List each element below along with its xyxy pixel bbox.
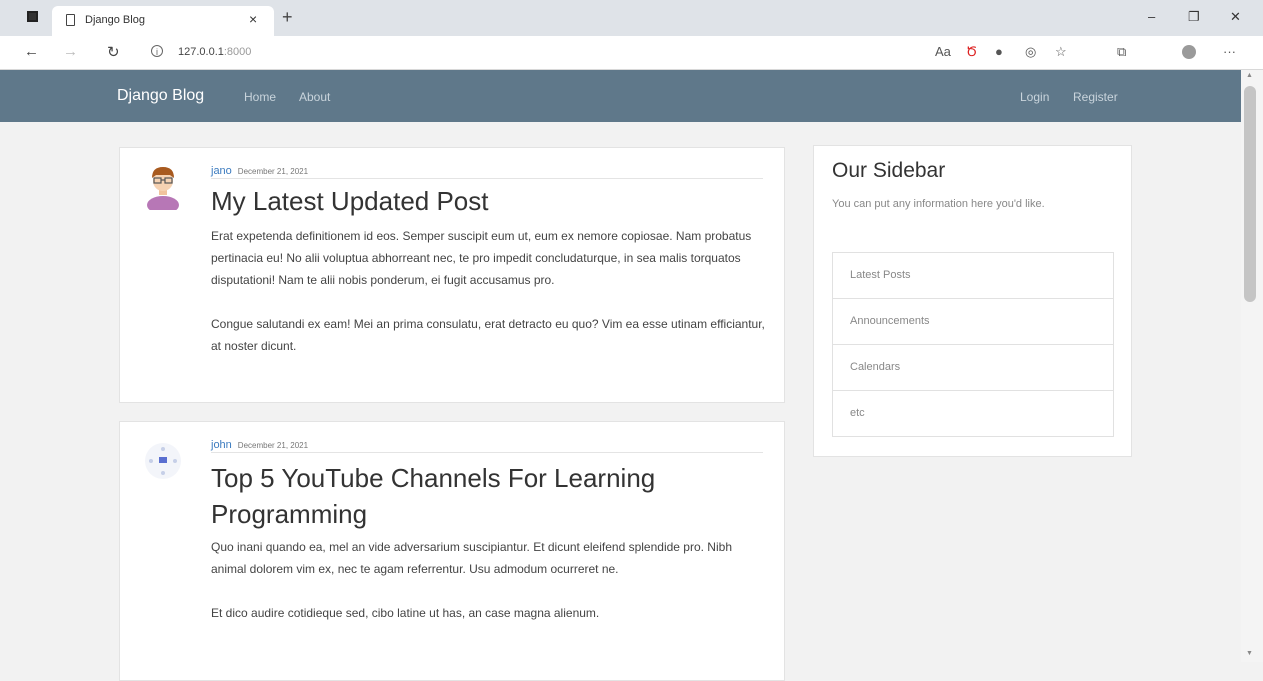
sidebar-description: You can put any information here you'd l… bbox=[832, 198, 1045, 210]
sidebar-item-etc[interactable]: etc bbox=[833, 391, 1113, 436]
scroll-up-icon[interactable]: ▲ bbox=[1246, 72, 1253, 79]
browser-tab[interactable]: Django Blog × bbox=[52, 6, 274, 36]
sidebar-item-announcements[interactable]: Announcements bbox=[833, 299, 1113, 345]
url-field[interactable]: 127.0.0.1:8000 bbox=[178, 46, 251, 58]
sidebar: Our Sidebar You can put any information … bbox=[813, 145, 1132, 457]
post-meta: john December 21, 2021 bbox=[211, 435, 763, 453]
url-host: 127.0.0.1 bbox=[178, 46, 224, 58]
extension-icon-2[interactable]: ◎ bbox=[1025, 44, 1036, 60]
nav-about[interactable]: About bbox=[299, 90, 330, 104]
page-icon bbox=[66, 14, 75, 26]
nav-login[interactable]: Login bbox=[1020, 90, 1049, 104]
address-bar: ← → ↻ i 127.0.0.1:8000 Aа Ծ ● ◎ ☆ ⧉ ··· bbox=[0, 36, 1263, 70]
forward-icon[interactable]: → bbox=[63, 43, 78, 60]
url-port: :8000 bbox=[223, 46, 252, 58]
sidebar-item-latest-posts[interactable]: Latest Posts bbox=[833, 253, 1113, 299]
favorites-icon[interactable]: ☆ bbox=[1055, 44, 1067, 60]
tab-actions-icon[interactable] bbox=[27, 11, 38, 22]
site-info-icon[interactable]: i bbox=[151, 45, 163, 57]
reload-icon[interactable]: ↻ bbox=[107, 43, 120, 61]
minimize-icon[interactable]: – bbox=[1148, 9, 1155, 24]
site-navbar: Django Blog Home About Login Register bbox=[0, 70, 1241, 122]
tab-close-icon[interactable]: × bbox=[249, 11, 257, 27]
sidebar-title: Our Sidebar bbox=[832, 159, 946, 182]
author-avatar[interactable] bbox=[140, 164, 186, 210]
scroll-down-icon[interactable]: ▼ bbox=[1246, 650, 1253, 657]
restore-icon[interactable]: ❐ bbox=[1188, 9, 1200, 25]
brand-logo[interactable]: Django Blog bbox=[117, 87, 204, 105]
back-icon[interactable]: ← bbox=[24, 43, 39, 60]
post-date: December 21, 2021 bbox=[237, 441, 309, 450]
sidebar-list: Latest Posts Announcements Calendars etc bbox=[832, 252, 1114, 437]
post-meta: jano December 21, 2021 bbox=[211, 161, 763, 179]
post-author-link[interactable]: jano bbox=[211, 165, 232, 177]
post-paragraph: Quo inani quando ea, mel an vide adversa… bbox=[211, 540, 732, 576]
scrollbar-thumb[interactable] bbox=[1244, 86, 1256, 302]
post-title[interactable]: My Latest Updated Post bbox=[211, 183, 751, 219]
post-title[interactable]: Top 5 YouTube Channels For Learning Prog… bbox=[211, 460, 751, 532]
extension-red-icon[interactable]: Ծ bbox=[966, 44, 977, 60]
nav-home[interactable]: Home bbox=[244, 90, 276, 104]
sidebar-item-calendars[interactable]: Calendars bbox=[833, 345, 1113, 391]
collections-icon[interactable]: ⧉ bbox=[1117, 44, 1126, 60]
author-avatar[interactable] bbox=[140, 438, 186, 484]
post-card: jano December 21, 2021 My Latest Updated … bbox=[119, 147, 785, 403]
more-icon[interactable]: ··· bbox=[1223, 44, 1236, 59]
profile-avatar-icon[interactable] bbox=[1182, 45, 1196, 59]
post-paragraph: Congue salutandi ex eam! Mei an prima co… bbox=[211, 317, 765, 353]
close-window-icon[interactable]: ✕ bbox=[1230, 9, 1241, 25]
new-tab-icon[interactable]: + bbox=[282, 7, 293, 28]
post-paragraph: Et dico audire cotidieque sed, cibo lati… bbox=[211, 606, 600, 620]
post-author-link[interactable]: john bbox=[211, 439, 232, 451]
post-card: john December 21, 2021 Top 5 YouTube Chan… bbox=[119, 421, 785, 681]
browser-tab-bar: Django Blog × + – ❐ ✕ bbox=[0, 0, 1263, 36]
tab-title: Django Blog bbox=[85, 14, 145, 26]
nav-register[interactable]: Register bbox=[1073, 90, 1118, 104]
post-date: December 21, 2021 bbox=[237, 167, 309, 176]
extension-icon[interactable]: ● bbox=[995, 44, 1003, 59]
post-content: Erat expetenda definitionem id eos. Semp… bbox=[211, 225, 769, 379]
post-paragraph: Erat expetenda definitionem id eos. Semp… bbox=[211, 229, 752, 287]
post-content: Quo inani quando ea, mel an vide adversa… bbox=[211, 536, 769, 646]
read-aloud-icon[interactable]: Aа bbox=[935, 44, 951, 59]
